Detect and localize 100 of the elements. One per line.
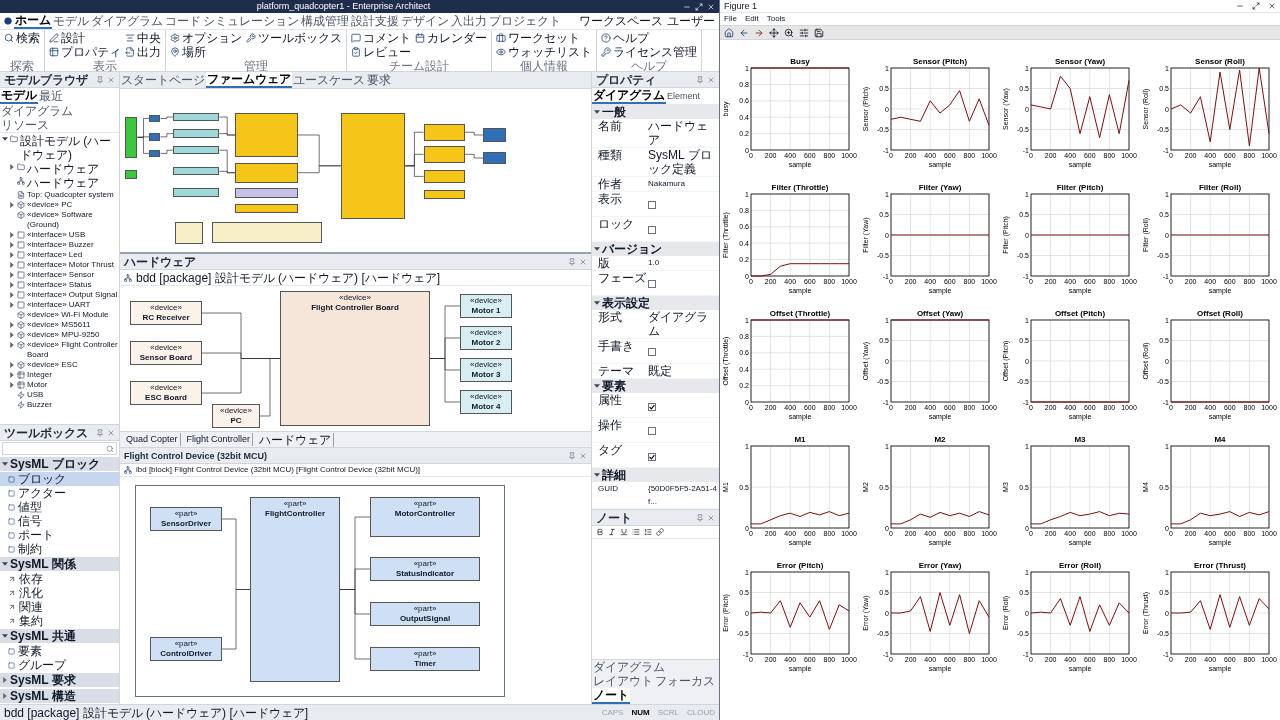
property-section-header[interactable]: 要素 — [592, 379, 719, 393]
tab[interactable]: プロジェクト — [488, 13, 562, 29]
property-value[interactable]: ダイアグラム — [648, 310, 719, 338]
property-section-header[interactable]: 表示設定 — [592, 296, 719, 310]
tree-item-label[interactable]: «interface» Status — [27, 280, 92, 290]
property-value[interactable]: 1.0 — [648, 256, 719, 269]
tree-item-label[interactable]: USB — [27, 390, 44, 400]
tree-item-label[interactable]: «device» Wi-Fi Module — [27, 310, 109, 320]
tree-item-label[interactable]: Integer — [27, 370, 52, 380]
checkbox[interactable] — [648, 453, 656, 461]
toolbox-group-header[interactable]: SysML 要求 — [0, 672, 119, 688]
tab[interactable]: デザイン — [400, 13, 450, 29]
collapsed-arrow-icon[interactable] — [9, 164, 15, 170]
tree-item-label[interactable]: «interface» Motor Thrust — [27, 260, 114, 270]
workspace-selector[interactable]: ワークスペース — [579, 14, 663, 28]
collapsed-arrow-icon[interactable] — [9, 252, 15, 258]
toolbox-item[interactable]: 信号 — [0, 514, 119, 528]
toolbox-group-header[interactable]: SysML 構造 — [0, 688, 119, 704]
expanded-arrow-icon[interactable] — [594, 109, 600, 115]
toolbox-item[interactable]: アクター — [0, 486, 119, 500]
toolbox-item[interactable]: グループ — [0, 658, 119, 672]
tab[interactable]: ノート — [592, 688, 630, 704]
app-menu-icon[interactable] — [4, 17, 12, 25]
close-icon[interactable] — [1268, 2, 1276, 10]
toolbox-item[interactable]: 集約 — [0, 614, 119, 628]
ribbon-button[interactable]: 設計 — [47, 31, 123, 45]
tree-item-label[interactable]: «interface» Output Signal — [27, 290, 118, 300]
ribbon-button[interactable]: プロパティ — [47, 45, 123, 59]
expanded-arrow-icon[interactable] — [2, 633, 8, 639]
tab[interactable]: 設計支援 — [350, 13, 400, 29]
tree-item-label[interactable]: «interface» USB — [27, 230, 86, 240]
expanded-arrow-icon[interactable] — [594, 246, 600, 252]
tab[interactable]: フォーカス — [654, 674, 716, 688]
tab[interactable]: モデル — [52, 13, 90, 29]
toolbox-group-header[interactable]: SysML 共通 — [0, 628, 119, 644]
tree-item-label[interactable]: «interface» UART — [27, 300, 91, 310]
toolbox-item[interactable]: 制約 — [0, 542, 119, 556]
breadcrumb-tab[interactable]: Flight Controller — [184, 433, 254, 446]
ribbon-button[interactable]: 場所 — [168, 45, 244, 59]
toolbox-item[interactable]: 汎化 — [0, 586, 119, 600]
tab[interactable]: 構成管理 — [300, 13, 350, 29]
menu-item[interactable]: Tools — [766, 15, 786, 23]
collapsed-arrow-icon[interactable] — [2, 677, 8, 683]
ribbon-button[interactable]: カレンダー — [413, 31, 489, 45]
collapsed-arrow-icon[interactable] — [9, 262, 15, 268]
ribbon-button[interactable]: ヘルプ — [599, 31, 699, 45]
checkbox[interactable] — [648, 280, 656, 288]
property-section-header[interactable]: 一般 — [592, 105, 719, 119]
tree-item-label[interactable]: ハードウェア — [27, 162, 99, 176]
property-value[interactable]: Nakamura — [648, 177, 719, 190]
expanded-arrow-icon[interactable] — [2, 561, 8, 567]
collapsed-arrow-icon[interactable] — [9, 372, 15, 378]
collapsed-arrow-icon[interactable] — [9, 342, 15, 348]
tree-item-label[interactable]: Buzzer — [27, 400, 52, 410]
toolbox-item[interactable]: ポート — [0, 528, 119, 542]
toolbox-group-header[interactable]: SysML 関係 — [0, 556, 119, 572]
tab[interactable]: ホーム — [14, 13, 52, 29]
toolbox-group-header[interactable]: SysML ブロック — [0, 456, 119, 472]
menu-item[interactable]: File — [724, 15, 737, 23]
toolbox-item[interactable]: 依存 — [0, 572, 119, 586]
forward-icon[interactable] — [754, 27, 764, 38]
collapsed-arrow-icon[interactable] — [9, 292, 15, 298]
tree-item-label[interactable]: «device» ESC — [27, 360, 78, 370]
property-value[interactable]: SysML ブロック定義 — [648, 148, 719, 176]
tree-item-label[interactable]: 設計モデル (ハードウェア) — [20, 134, 119, 162]
close-icon[interactable] — [707, 2, 715, 11]
collapsed-arrow-icon[interactable] — [9, 282, 15, 288]
bullet-list-icon[interactable] — [632, 528, 640, 536]
tree-item-label[interactable]: «device» PC — [27, 200, 73, 210]
property-section-header[interactable]: 詳細 — [592, 468, 719, 482]
checkbox[interactable] — [648, 403, 656, 411]
menu-item[interactable]: Edit — [744, 15, 759, 23]
ribbon-button[interactable]: ワークセット — [494, 31, 594, 45]
toolbox-item[interactable]: 関連 — [0, 600, 119, 614]
expanded-arrow-icon[interactable] — [2, 136, 8, 142]
tab[interactable]: ダイアグラム — [592, 660, 666, 674]
collapsed-arrow-icon[interactable] — [9, 272, 15, 278]
link-icon[interactable] — [656, 528, 664, 536]
toolbox-item[interactable]: 要素 — [0, 644, 119, 658]
tab[interactable]: 入出力 — [450, 13, 488, 29]
ribbon-button[interactable]: 検索 — [2, 31, 42, 45]
expanded-arrow-icon[interactable] — [2, 461, 8, 467]
collapsed-arrow-icon[interactable] — [9, 322, 15, 328]
tree-item-label[interactable]: «device» MPU-9250 — [27, 330, 100, 340]
expanded-arrow-icon[interactable] — [594, 300, 600, 306]
collapsed-arrow-icon[interactable] — [9, 382, 15, 388]
pan-icon[interactable] — [769, 27, 779, 38]
maximize-icon[interactable] — [695, 2, 703, 11]
tree-item-label[interactable]: Motor — [27, 380, 48, 390]
property-value[interactable]: {50D0F5F5-2A51-4f... — [648, 482, 719, 508]
checkbox[interactable] — [648, 348, 656, 356]
checkbox[interactable] — [648, 226, 656, 234]
collapsed-arrow-icon[interactable] — [9, 302, 15, 308]
bold-icon[interactable] — [596, 528, 604, 536]
tab[interactable]: ダイアグラム — [90, 13, 164, 29]
breadcrumb-tab[interactable]: Quad Copter — [124, 433, 181, 446]
expanded-arrow-icon[interactable] — [594, 383, 600, 389]
tab[interactable]: Element — [666, 88, 702, 104]
collapsed-arrow-icon[interactable] — [9, 202, 15, 208]
property-value[interactable]: ハードウェア — [648, 119, 719, 147]
